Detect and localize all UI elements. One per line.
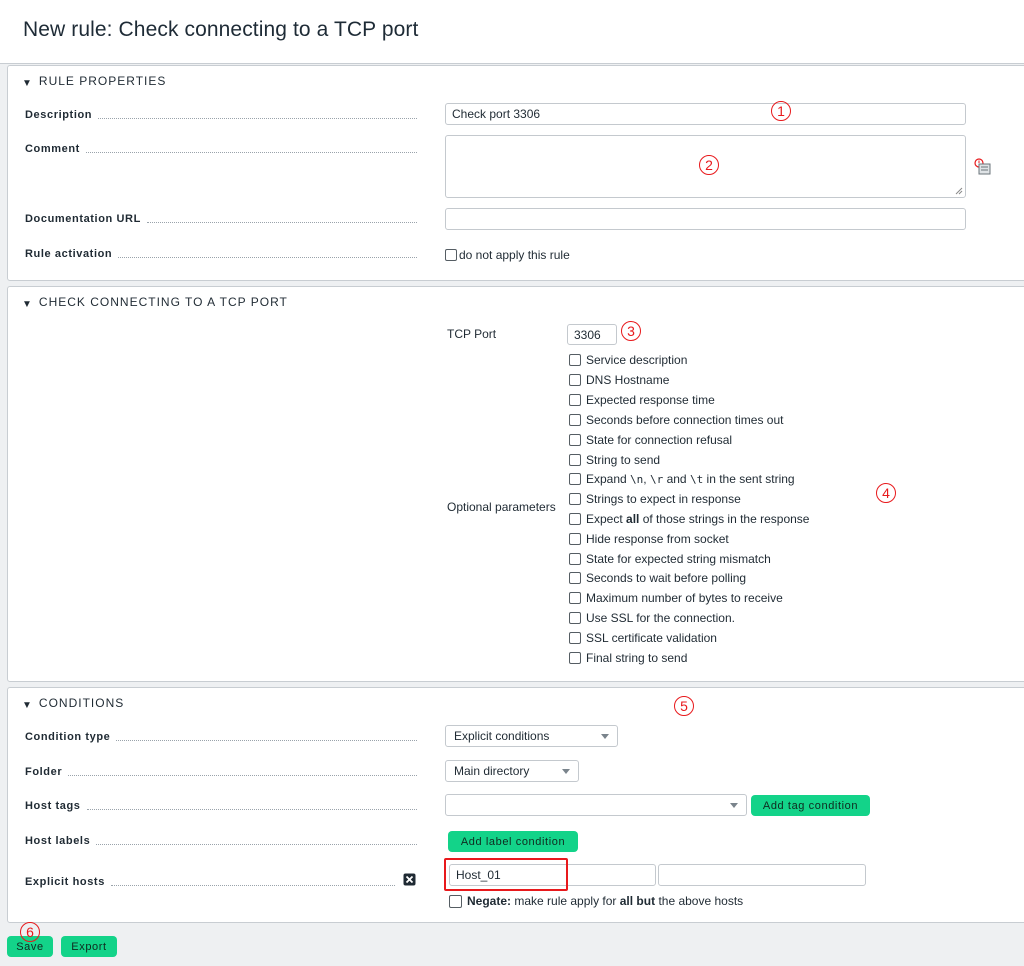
- explicit-hosts-label: Explicit hosts: [25, 876, 395, 888]
- condition-type-label: Condition type: [25, 731, 417, 743]
- export-button[interactable]: Export: [61, 936, 117, 957]
- checkbox[interactable]: [569, 394, 581, 406]
- opt-seconds-timeout[interactable]: Seconds before connection times out: [569, 413, 783, 427]
- highlight-box: [444, 858, 568, 891]
- checkbox[interactable]: [569, 374, 581, 386]
- checkbox[interactable]: [569, 493, 581, 505]
- checkbox[interactable]: [569, 572, 581, 584]
- doc-url-label: Documentation URL: [25, 213, 417, 225]
- comment-label: Comment: [25, 143, 417, 155]
- opt-dns-hostname[interactable]: DNS Hostname: [569, 373, 669, 387]
- collapse-triangle-icon: ▼: [22, 700, 33, 711]
- collapse-triangle-icon: ▼: [22, 299, 33, 310]
- description-label: Description: [25, 109, 417, 121]
- opt-use-ssl[interactable]: Use SSL for the connection.: [569, 611, 735, 625]
- host-labels-label: Host labels: [25, 835, 417, 847]
- resize-handle-icon[interactable]: [955, 187, 963, 195]
- checkbox[interactable]: [569, 473, 581, 485]
- rule-properties-section: ▼ RULE PROPERTIES Description Check port …: [7, 65, 1024, 281]
- page-title: New rule: Check connecting to a TCP port: [23, 18, 419, 41]
- annotation-marker-3: 3: [621, 321, 641, 341]
- opt-seconds-wait[interactable]: Seconds to wait before polling: [569, 571, 746, 585]
- doc-url-input[interactable]: [445, 208, 966, 230]
- host-tags-label: Host tags: [25, 800, 417, 812]
- host-tags-select[interactable]: [445, 794, 747, 816]
- annotation-marker-4: 4: [876, 483, 896, 503]
- opt-state-refusal[interactable]: State for connection refusal: [569, 433, 732, 447]
- optional-parameters-label: Optional parameters: [447, 500, 556, 514]
- checkbox[interactable]: [569, 414, 581, 426]
- opt-expand-escapes[interactable]: Expand \n, \r and \t in the sent string: [569, 472, 795, 486]
- opt-service-description[interactable]: Service description: [569, 353, 687, 367]
- add-label-condition-button[interactable]: Add label condition: [448, 831, 578, 852]
- annotation-marker-6: 6: [20, 922, 40, 942]
- condition-type-select[interactable]: Explicit conditions: [445, 725, 618, 747]
- opt-hide-response[interactable]: Hide response from socket: [569, 532, 729, 546]
- collapse-triangle-icon: ▼: [22, 78, 33, 89]
- opt-strings-expect[interactable]: Strings to expect in response: [569, 492, 741, 506]
- checkbox[interactable]: [569, 434, 581, 446]
- opt-expect-all[interactable]: Expect all of those strings in the respo…: [569, 512, 809, 526]
- opt-string-to-send[interactable]: String to send: [569, 453, 660, 467]
- checkbox[interactable]: [569, 513, 581, 525]
- checkbox[interactable]: [569, 354, 581, 366]
- page-header: New rule: Check connecting to a TCP port: [0, 0, 1024, 64]
- checkbox[interactable]: [569, 632, 581, 644]
- tcp-port-input[interactable]: 3306: [567, 324, 617, 345]
- comment-timestamp-icon[interactable]: [974, 158, 992, 176]
- do-not-apply-checkbox[interactable]: [445, 249, 457, 261]
- explicit-host-input-2[interactable]: [658, 864, 866, 886]
- checkbox[interactable]: [569, 533, 581, 545]
- description-input[interactable]: Check port 3306: [445, 103, 966, 125]
- remove-explicit-hosts-icon[interactable]: [403, 873, 416, 886]
- conditions-header[interactable]: ▼ CONDITIONS: [22, 696, 124, 711]
- chevron-down-icon: [601, 733, 609, 739]
- negate-checkbox-row[interactable]: Negate: make rule apply for all but the …: [449, 894, 743, 908]
- tcp-port-header[interactable]: ▼ CHECK CONNECTING TO A TCP PORT: [22, 295, 288, 310]
- annotation-marker-2: 2: [699, 155, 719, 175]
- annotation-marker-1: 1: [771, 101, 791, 121]
- opt-state-mismatch[interactable]: State for expected string mismatch: [569, 552, 771, 566]
- do-not-apply-checkbox-row[interactable]: do not apply this rule: [445, 248, 570, 262]
- checkbox[interactable]: [569, 652, 581, 664]
- activation-label: Rule activation: [25, 248, 417, 260]
- opt-max-bytes[interactable]: Maximum number of bytes to receive: [569, 591, 783, 605]
- chevron-down-icon: [730, 802, 738, 808]
- chevron-down-icon: [562, 768, 570, 774]
- opt-ssl-validation[interactable]: SSL certificate validation: [569, 631, 717, 645]
- folder-select[interactable]: Main directory: [445, 760, 579, 782]
- rule-properties-header[interactable]: ▼ RULE PROPERTIES: [22, 74, 166, 89]
- opt-final-string[interactable]: Final string to send: [569, 651, 687, 665]
- checkbox[interactable]: [569, 592, 581, 604]
- negate-checkbox[interactable]: [449, 894, 462, 908]
- opt-expected-response-time[interactable]: Expected response time: [569, 393, 715, 407]
- folder-label: Folder: [25, 766, 417, 778]
- conditions-section: ▼ CONDITIONS Condition type Explicit cond…: [7, 687, 1024, 923]
- checkbox[interactable]: [569, 454, 581, 466]
- tcp-port-section: ▼ CHECK CONNECTING TO A TCP PORT TCP Port…: [7, 286, 1024, 682]
- add-tag-condition-button[interactable]: Add tag condition: [751, 795, 870, 816]
- tcp-port-label: TCP Port: [447, 327, 497, 341]
- checkbox[interactable]: [569, 612, 581, 624]
- checkbox[interactable]: [569, 553, 581, 565]
- annotation-marker-5: 5: [674, 696, 694, 716]
